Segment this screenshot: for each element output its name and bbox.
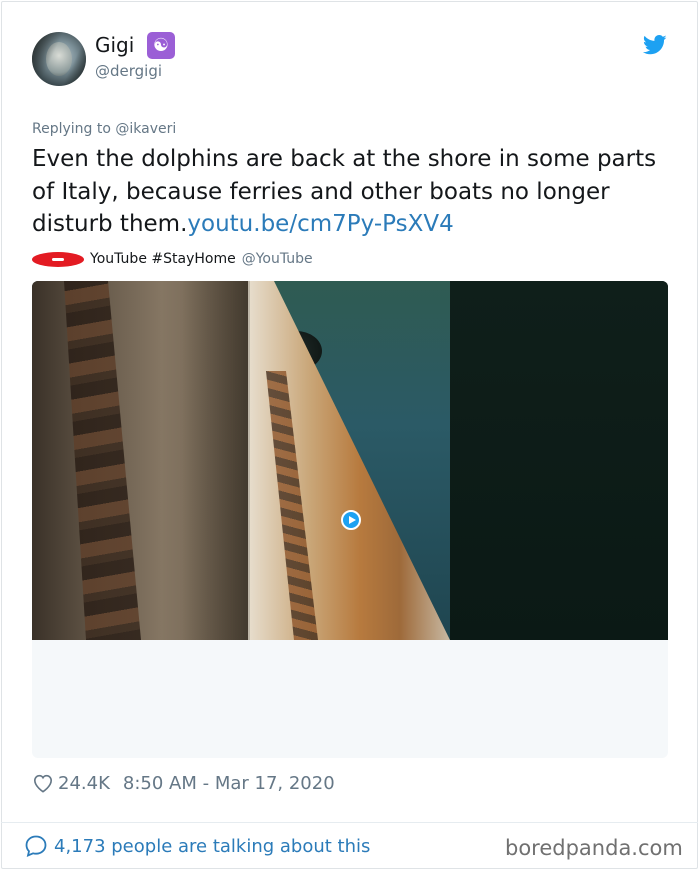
- dark-water-image: [450, 281, 668, 640]
- divider: [1, 822, 698, 823]
- talking-count[interactable]: 4,173 people are talking about this: [54, 836, 370, 857]
- video-thumbnail[interactable]: [32, 281, 668, 640]
- like-count[interactable]: 24.4K: [58, 773, 110, 794]
- twitter-bird-icon[interactable]: [643, 35, 667, 55]
- yin-yang-icon: ☯: [147, 32, 175, 59]
- speech-bubble-icon: [25, 835, 47, 858]
- tweet-link[interactable]: youtu.be/cm7Py-PsXV4: [187, 211, 453, 237]
- play-icon[interactable]: [341, 510, 361, 530]
- replying-to[interactable]: Replying to @ikaveri: [32, 121, 176, 137]
- avatar-shade: [32, 32, 86, 86]
- timestamp[interactable]: 8:50 AM - Mar 17, 2020: [123, 773, 335, 794]
- avatar[interactable]: [32, 32, 86, 86]
- source-name: YouTube #StayHome: [90, 251, 236, 267]
- video-card[interactable]: [32, 281, 668, 758]
- heart-icon[interactable]: [32, 773, 54, 793]
- talking-link[interactable]: 4,173 people are talking about this: [24, 833, 370, 859]
- dock-shadow: [182, 281, 252, 640]
- watermark: boredpanda.com: [505, 836, 683, 860]
- tweet-meta: 24.4K 8:50 AM - Mar 17, 2020: [32, 770, 335, 796]
- embed-source[interactable]: YouTube #StayHome @YouTube: [32, 249, 313, 269]
- tweet-text: Even the dolphins are back at the shore …: [32, 143, 672, 241]
- author-handle[interactable]: @dergigi: [95, 62, 162, 80]
- author-name[interactable]: Gigi: [95, 33, 134, 57]
- source-handle: @YouTube: [241, 251, 313, 267]
- youtube-logo: [32, 251, 84, 267]
